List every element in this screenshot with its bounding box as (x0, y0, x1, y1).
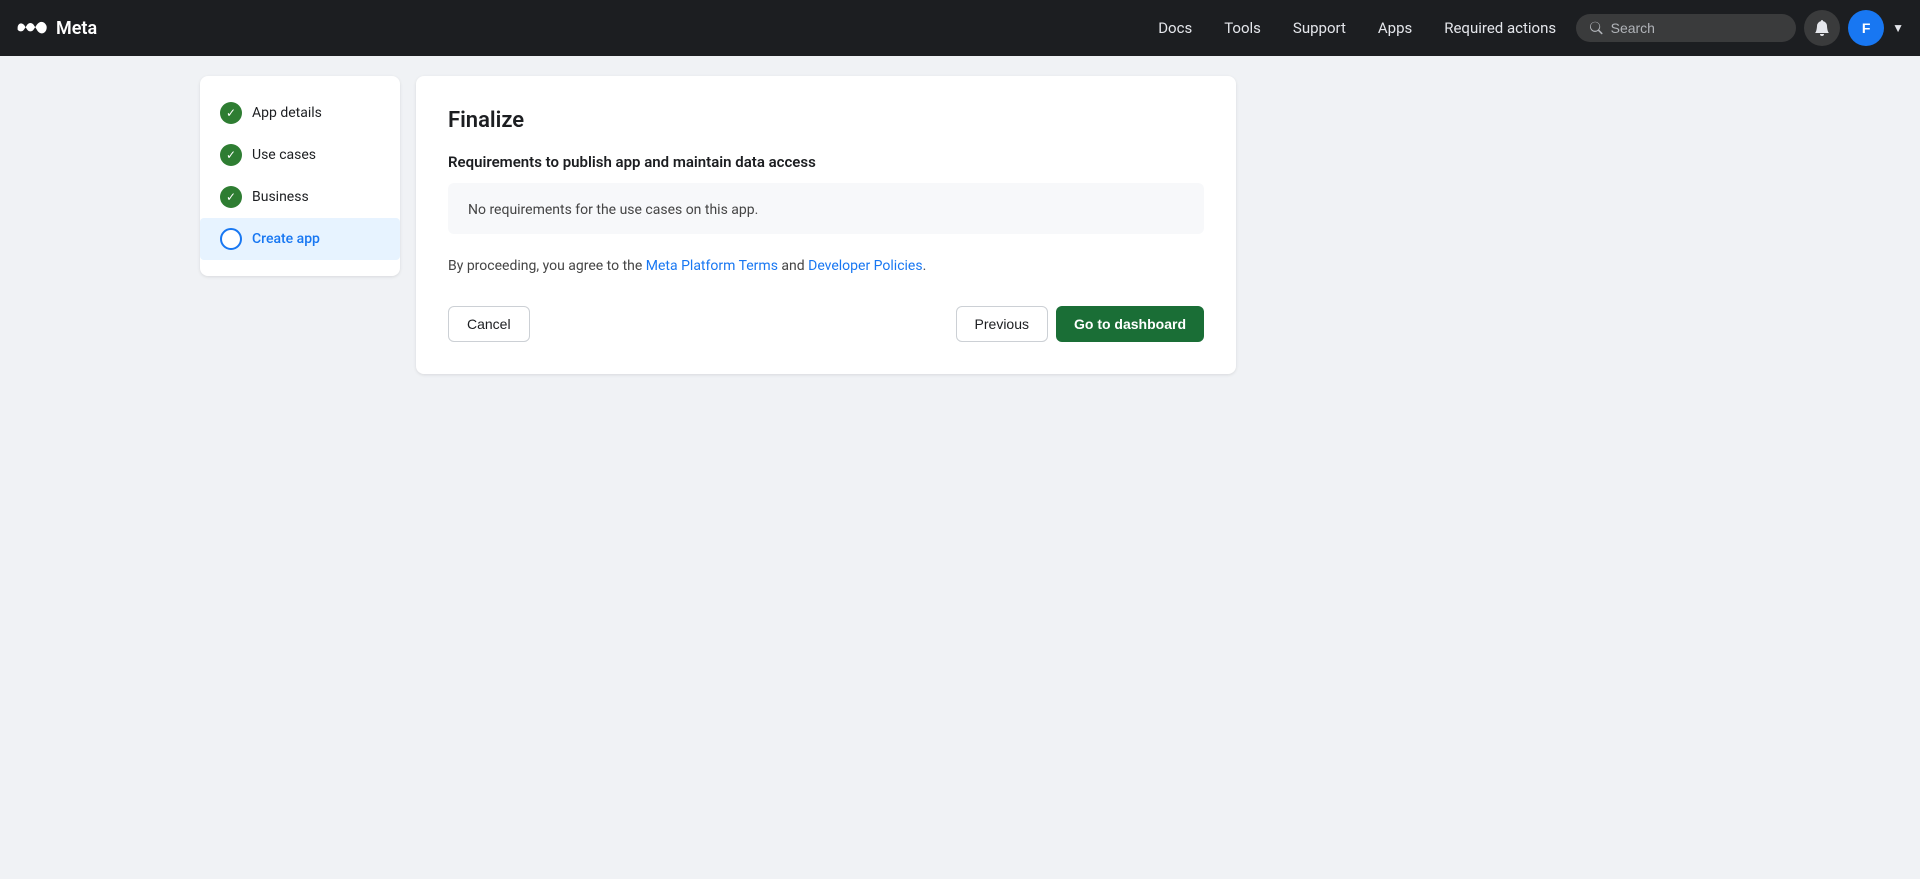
step-business[interactable]: ✓ Business (200, 176, 400, 218)
nav-right: F ▼ (1804, 10, 1904, 46)
meta-platform-terms-link[interactable]: Meta Platform Terms (646, 258, 778, 274)
user-avatar-button[interactable]: F (1848, 10, 1884, 46)
notifications-button[interactable] (1804, 10, 1840, 46)
nav-support[interactable]: Support (1281, 11, 1358, 45)
agreement-text: By proceeding, you agree to the Meta Pla… (448, 258, 1204, 274)
step-label-business: Business (252, 189, 309, 205)
btn-group-right: Previous Go to dashboard (956, 306, 1204, 342)
cancel-button[interactable]: Cancel (448, 306, 530, 342)
step-label-use-cases: Use cases (252, 147, 316, 163)
step-use-cases[interactable]: ✓ Use cases (200, 134, 400, 176)
section-subtitle: Requirements to publish app and maintain… (448, 153, 1204, 171)
agreement-suffix: . (923, 258, 927, 274)
developer-policies-link[interactable]: Developer Policies (808, 258, 922, 274)
nav-docs[interactable]: Docs (1146, 11, 1204, 45)
content-area: ✓ App details ✓ Use cases ✓ Business Cre… (0, 56, 1400, 394)
agreement-prefix: By proceeding, you agree to the (448, 258, 646, 274)
step-label-create-app: Create app (252, 231, 320, 247)
go-to-dashboard-button[interactable]: Go to dashboard (1056, 306, 1204, 342)
navbar: Meta Docs Tools Support Apps Required ac… (0, 0, 1920, 56)
step-app-details[interactable]: ✓ App details (200, 92, 400, 134)
step-check-icon-use-cases: ✓ (220, 144, 242, 166)
previous-button[interactable]: Previous (956, 306, 1048, 342)
panel-title: Finalize (448, 108, 1204, 133)
search-input[interactable] (1611, 20, 1783, 36)
search-icon (1590, 21, 1603, 35)
step-check-icon-app-details: ✓ (220, 102, 242, 124)
meta-logo: Meta (16, 18, 97, 39)
meta-logo-icon (16, 18, 48, 38)
account-dropdown-button[interactable]: ▼ (1892, 21, 1904, 35)
nav-tools[interactable]: Tools (1212, 11, 1273, 45)
step-circle-icon-create-app (220, 228, 242, 250)
search-bar (1576, 14, 1796, 42)
step-label-app-details: App details (252, 105, 322, 121)
step-create-app[interactable]: Create app (200, 218, 400, 260)
info-message: No requirements for the use cases on thi… (468, 202, 758, 218)
step-check-icon-business: ✓ (220, 186, 242, 208)
avatar-initials: F (1862, 20, 1871, 36)
agreement-middle: and (778, 258, 808, 274)
nav-required-actions[interactable]: Required actions (1432, 11, 1568, 45)
nav-links: Docs Tools Support Apps Required actions… (1146, 10, 1904, 46)
finalize-panel: Finalize Requirements to publish app and… (416, 76, 1236, 374)
requirements-info-box: No requirements for the use cases on thi… (448, 183, 1204, 234)
nav-apps[interactable]: Apps (1366, 11, 1424, 45)
button-row: Cancel Previous Go to dashboard (448, 306, 1204, 342)
meta-logo-text: Meta (56, 18, 97, 39)
steps-sidebar: ✓ App details ✓ Use cases ✓ Business Cre… (200, 76, 400, 276)
bell-icon (1814, 20, 1830, 36)
